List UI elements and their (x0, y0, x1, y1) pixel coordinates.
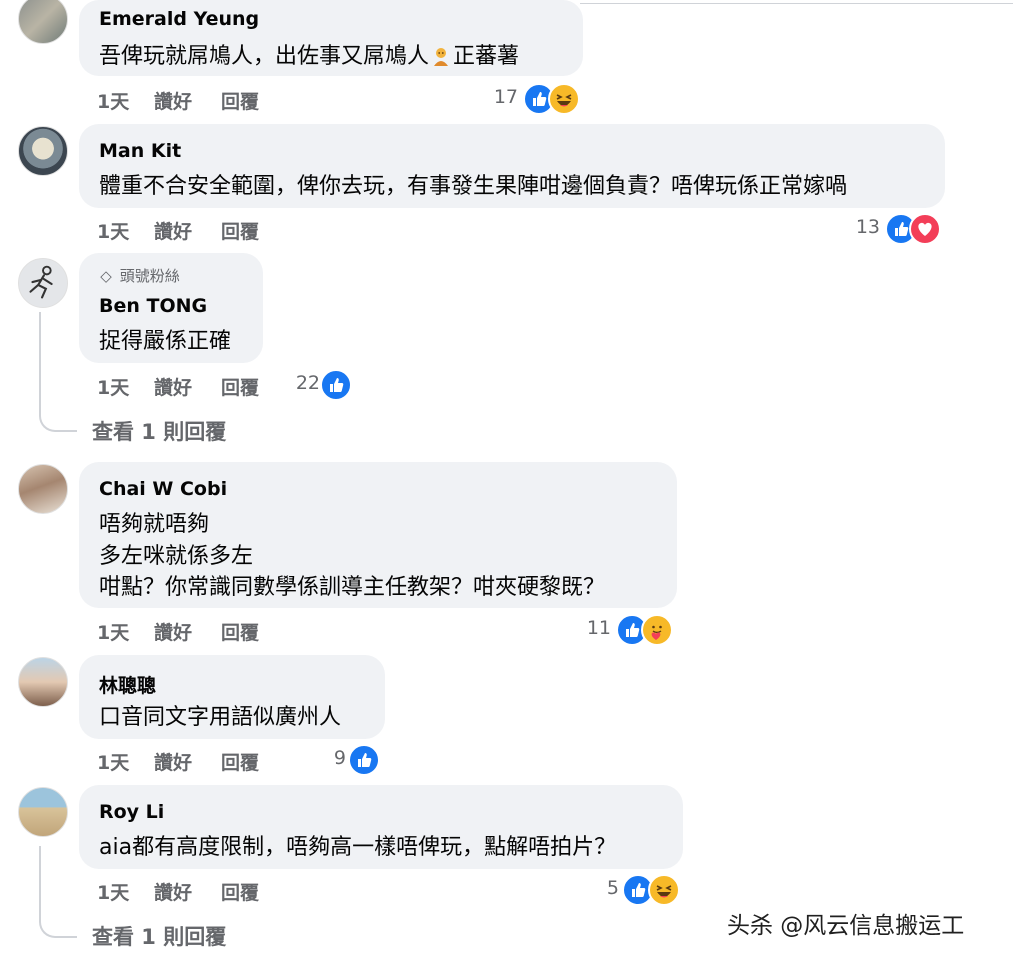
reply-button[interactable]: 回覆 (221, 87, 259, 114)
reaction-summary[interactable]: 13 (855, 213, 941, 245)
care-icon (641, 614, 673, 646)
reply-button[interactable]: 回覆 (221, 748, 259, 775)
comment-time[interactable]: 1天 (97, 373, 129, 400)
like-icon (320, 369, 352, 401)
watermark: 头杀 @风云信息搬运工 (727, 913, 965, 939)
like-button[interactable]: 讚好 (154, 373, 192, 400)
comment-text: 體重不合安全範圍，俾你去玩，有事發生果陣咁邊個負責？唔俾玩係正常嫁喎 (99, 174, 848, 199)
diamond-icon: ◇ (100, 267, 112, 285)
comment-text: 吾俾玩就屌鳩人，出佐事又屌鳩人 正蕃薯 (99, 44, 520, 69)
reply-button[interactable]: 回覆 (221, 618, 259, 645)
reaction-summary[interactable]: 5 (598, 874, 681, 906)
comment-author[interactable]: Ben TONG (99, 295, 207, 317)
like-button[interactable]: 讚好 (154, 748, 192, 775)
reply-button[interactable]: 回覆 (221, 217, 259, 244)
top-divider (580, 3, 1013, 4)
person-emoji-icon (434, 48, 449, 66)
reaction-summary[interactable]: 9 (332, 744, 380, 776)
reply-thread-curve (39, 918, 77, 938)
comment-time[interactable]: 1天 (97, 217, 129, 244)
comment-time[interactable]: 1天 (97, 748, 129, 775)
comment-bubble: Chai W Cobi 唔夠就唔夠 多左咪就係多左 咁點？你常識同數學係訓導主任… (79, 462, 677, 608)
like-button[interactable]: 讚好 (154, 878, 192, 905)
avatar[interactable] (18, 0, 68, 44)
comment-bubble: ◇ 頭號粉絲 Ben TONG 捉得嚴係正確 (79, 253, 263, 363)
love-icon (909, 213, 941, 245)
avatar[interactable] (18, 464, 68, 514)
comment-bubble: Emerald Yeung 吾俾玩就屌鳩人，出佐事又屌鳩人 正蕃薯 (79, 0, 583, 76)
reply-button[interactable]: 回覆 (221, 878, 259, 905)
comment-text: aia都有高度限制，唔夠高一樣唔俾玩，點解唔拍片？ (99, 835, 617, 860)
haha-icon (548, 83, 580, 115)
avatar[interactable] (18, 126, 68, 176)
reaction-count: 17 (493, 86, 518, 108)
reply-button[interactable]: 回覆 (221, 373, 259, 400)
comment-author[interactable]: Man Kit (99, 140, 181, 162)
haha-icon (648, 874, 680, 906)
comment-bubble: Man Kit 體重不合安全範圍，俾你去玩，有事發生果陣咁邊個負責？唔俾玩係正常… (79, 124, 945, 208)
reaction-count: 9 (333, 747, 346, 769)
reply-thread-line (39, 846, 41, 918)
reaction-count: 11 (586, 617, 611, 639)
reaction-summary[interactable]: 22 (294, 369, 354, 401)
comment-text: 咁點？你常識同數學係訓導主任教架？咁夾硬黎既？ (99, 575, 606, 600)
top-fan-badge: ◇ 頭號粉絲 (97, 265, 180, 286)
comment-bubble: 林聰聰 口音同文字用語似廣州人 (79, 655, 385, 739)
comment-text: 唔夠就唔夠 (99, 512, 210, 537)
comment-author[interactable]: Roy Li (99, 801, 164, 823)
comment-text: 口音同文字用語似廣州人 (99, 705, 342, 730)
reaction-count: 5 (606, 877, 619, 899)
like-button[interactable]: 讚好 (154, 217, 192, 244)
comment-time[interactable]: 1天 (97, 618, 129, 645)
view-replies-link[interactable]: 查看 1 則回覆 (92, 921, 226, 951)
comment-time[interactable]: 1天 (97, 87, 129, 114)
reaction-summary[interactable]: 11 (586, 614, 673, 646)
comment-time[interactable]: 1天 (97, 878, 129, 905)
reaction-count: 22 (295, 372, 320, 394)
like-icon (348, 744, 380, 776)
comment-bubble: Roy Li aia都有高度限制，唔夠高一樣唔俾玩，點解唔拍片？ (79, 785, 683, 869)
runner-icon (29, 265, 53, 299)
reply-thread-curve (39, 412, 77, 432)
comment-author[interactable]: Chai W Cobi (99, 478, 227, 500)
avatar[interactable] (18, 258, 68, 308)
reply-thread-line (39, 312, 41, 412)
reaction-count: 13 (855, 216, 880, 238)
like-button[interactable]: 讚好 (154, 87, 192, 114)
comment-author[interactable]: Emerald Yeung (99, 8, 259, 30)
avatar[interactable] (18, 787, 68, 837)
comment-text: 多左咪就係多左 (99, 544, 254, 569)
avatar[interactable] (18, 657, 68, 707)
like-button[interactable]: 讚好 (154, 618, 192, 645)
comment-text: 捉得嚴係正確 (99, 329, 232, 354)
reaction-summary[interactable]: 17 (493, 83, 580, 115)
comment-author[interactable]: 林聰聰 (99, 671, 156, 698)
view-replies-link[interactable]: 查看 1 則回覆 (92, 416, 226, 446)
